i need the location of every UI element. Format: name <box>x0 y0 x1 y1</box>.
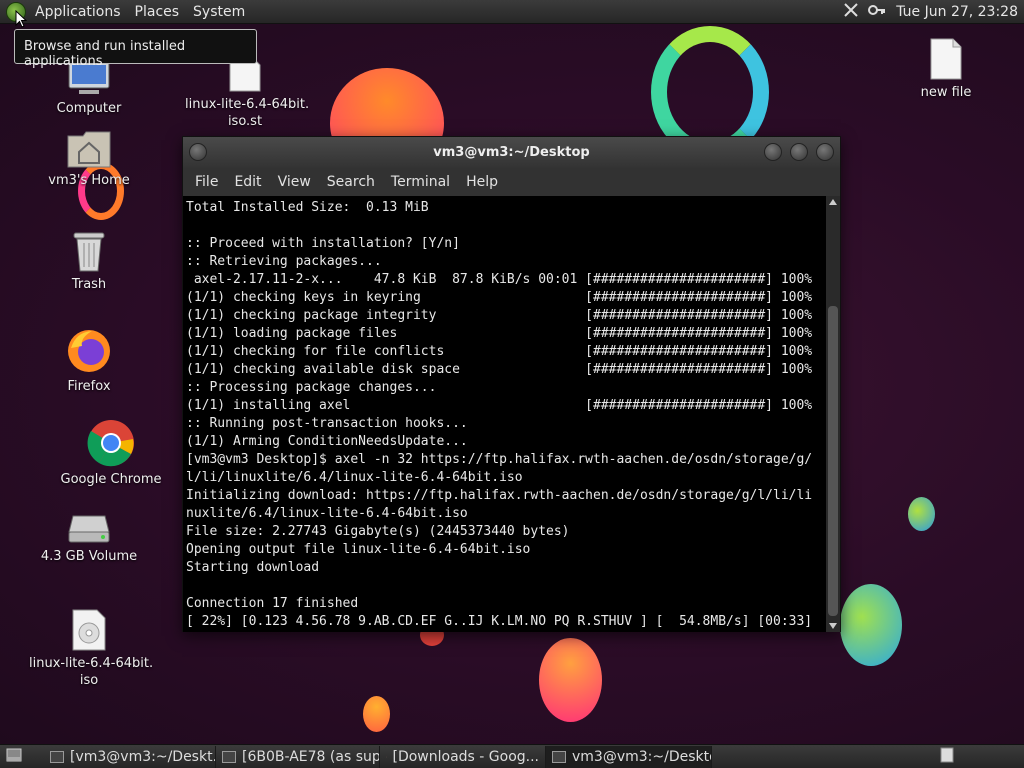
terminal-line: (1/1) installing axel [#################… <box>186 398 813 413</box>
desktop-icon-iso-file[interactable]: linux-lite-6.4-64bit. iso <box>29 609 154 689</box>
terminal-window[interactable]: vm3@vm3:~/Desktop File Edit View Search … <box>182 136 841 632</box>
desktop-icon-label: Trash <box>71 277 107 292</box>
key-icon[interactable] <box>868 3 886 21</box>
scroll-down-icon[interactable] <box>828 622 838 630</box>
menu-file[interactable]: File <box>187 174 226 190</box>
terminal-line: axel-2.17.11-2-x... 47.8 KiB 87.8 KiB/s … <box>186 272 813 287</box>
scroll-thumb[interactable] <box>828 306 838 616</box>
home-folder-icon <box>67 131 111 168</box>
close-button[interactable] <box>816 143 834 161</box>
desktop-icon-chrome[interactable]: Google Chrome <box>51 419 171 488</box>
taskbar-item-label: [Downloads - Goog... <box>392 748 539 765</box>
terminal-line: File size: 2.27743 Gigabyte(s) (24453734… <box>186 524 570 539</box>
terminal-line: (1/1) Arming ConditionNeedsUpdate... <box>186 434 468 449</box>
desktop-icon-label: Google Chrome <box>60 472 162 487</box>
decor-small-orange <box>363 696 390 732</box>
workspace-switcher-icon[interactable] <box>940 747 954 767</box>
menu-applications[interactable]: Applications <box>28 0 128 24</box>
show-desktop-icon[interactable] <box>0 748 28 766</box>
bottom-panel: [vm3@vm3:~/Deskt... [6B0B-AE78 (as sup..… <box>0 744 1024 768</box>
maximize-button[interactable] <box>790 143 808 161</box>
terminal-icon <box>50 750 64 763</box>
desktop-icon-trash[interactable]: Trash <box>29 230 149 293</box>
terminal-line: (1/1) checking keys in keyring [########… <box>186 290 813 305</box>
terminal-line: (1/1) checking package integrity [######… <box>186 308 813 323</box>
menu-system[interactable]: System <box>186 0 252 24</box>
panel-clock[interactable]: Tue Jun 27, 23:28 <box>896 4 1018 20</box>
trash-icon <box>73 232 105 272</box>
terminal-line: :: Proceed with installation? [Y/n] <box>186 236 460 251</box>
panel-tray: Tue Jun 27, 23:28 <box>844 2 1024 21</box>
menu-search[interactable]: Search <box>319 174 383 190</box>
taskbar-item-active[interactable]: vm3@vm3:~/Desktop <box>546 745 712 768</box>
terminal-scrollbar[interactable] <box>826 196 840 632</box>
terminal-line: (1/1) checking for file conflicts [#####… <box>186 344 813 359</box>
desktop-icon-label: Firefox <box>67 379 111 394</box>
desktop-icon-label: 4.3 GB Volume <box>40 549 138 564</box>
menu-places[interactable]: Places <box>128 0 187 24</box>
taskbar-item[interactable]: [Downloads - Goog... <box>380 745 546 768</box>
scroll-up-icon[interactable] <box>828 198 838 206</box>
desktop-icon-label: Computer <box>56 101 122 116</box>
chrome-icon <box>87 420 134 467</box>
minimize-button[interactable] <box>764 143 782 161</box>
decor-pink-ball <box>539 638 602 722</box>
desktop-icon-volume[interactable]: 4.3 GB Volume <box>29 514 149 565</box>
terminal-line: (1/1) checking available disk space [###… <box>186 362 813 377</box>
menu-view[interactable]: View <box>270 174 319 190</box>
terminal-line: Starting download <box>186 560 320 575</box>
terminal-menubar: File Edit View Search Terminal Help <box>183 168 840 196</box>
taskbar-item-label: [6B0B-AE78 (as sup... <box>242 748 380 765</box>
applications-tooltip: Browse and run installed applications <box>14 29 257 69</box>
menu-help[interactable]: Help <box>458 174 506 190</box>
firefox-icon <box>68 330 110 372</box>
desktop-icon-iso-st-file[interactable]: linux-lite-6.4-64bit. iso.st <box>185 56 310 130</box>
desktop-icon-new-file[interactable]: new file <box>886 38 1006 101</box>
terminal-line: Connection 17 finished <box>186 596 359 611</box>
file-manager-icon <box>222 750 236 763</box>
terminal-line: nuxlite/6.4/linux-lite-6.4-64bit.iso <box>186 506 468 521</box>
taskbar-item[interactable]: [vm3@vm3:~/Deskt... <box>44 745 216 768</box>
desktop-icon-label: linux-lite-6.4-64bit. iso <box>29 656 154 688</box>
terminal-title: vm3@vm3:~/Desktop <box>433 145 590 160</box>
menu-edit[interactable]: Edit <box>226 174 269 190</box>
terminal-line: Opening output file linux-lite-6.4-64bit… <box>186 542 531 557</box>
terminal-line: :: Running post-transaction hooks... <box>186 416 468 431</box>
terminal-line: (1/1) loading package files [###########… <box>186 326 813 341</box>
terminal-icon <box>552 750 566 763</box>
taskbar-item-label: vm3@vm3:~/Desktop <box>572 748 712 765</box>
desktop-icon-computer[interactable]: Computer <box>29 62 149 117</box>
disc-image-file-icon <box>72 609 106 651</box>
terminal-line: [ 22%] [0.123 4.56.78 9.AB.CD.EF G..IJ K… <box>186 614 813 629</box>
desktop-icon-label: vm3's Home <box>48 173 130 188</box>
file-icon <box>930 38 962 80</box>
terminal-line: l/li/linuxlite/6.4/linux-lite-6.4-64bit.… <box>186 470 523 485</box>
menu-terminal[interactable]: Terminal <box>383 174 458 190</box>
window-menu-button[interactable] <box>189 143 207 161</box>
terminal-line: :: Processing package changes... <box>186 380 437 395</box>
decor-green-ball <box>840 584 902 666</box>
drive-icon <box>68 515 110 543</box>
terminal-titlebar[interactable]: vm3@vm3:~/Desktop <box>183 137 840 168</box>
taskbar-item[interactable]: [6B0B-AE78 (as sup... <box>216 745 380 768</box>
desktop-icon-firefox[interactable]: Firefox <box>29 328 149 395</box>
desktop-icon-home[interactable]: vm3's Home <box>29 130 149 189</box>
terminal-line: Initializing download: https://ftp.halif… <box>186 488 813 503</box>
decor-teal-ball <box>908 497 935 531</box>
terminal-line: [vm3@vm3 Desktop]$ axel -n 32 https://ft… <box>186 452 813 467</box>
top-panel: Applications Places System Tue Jun 27, 2… <box>0 0 1024 24</box>
terminal-output[interactable]: Total Installed Size: 0.13 MiB :: Procee… <box>183 196 826 632</box>
terminal-line: Total Installed Size: 0.13 MiB <box>186 200 429 215</box>
taskbar-item-label: [vm3@vm3:~/Deskt... <box>70 748 216 765</box>
desktop-icon-label: linux-lite-6.4-64bit. iso.st <box>185 97 310 129</box>
network-icon[interactable] <box>844 2 858 21</box>
desktop-icon-label: new file <box>920 85 972 100</box>
terminal-line: :: Retrieving packages... <box>186 254 382 269</box>
mouse-cursor-icon <box>15 10 27 28</box>
